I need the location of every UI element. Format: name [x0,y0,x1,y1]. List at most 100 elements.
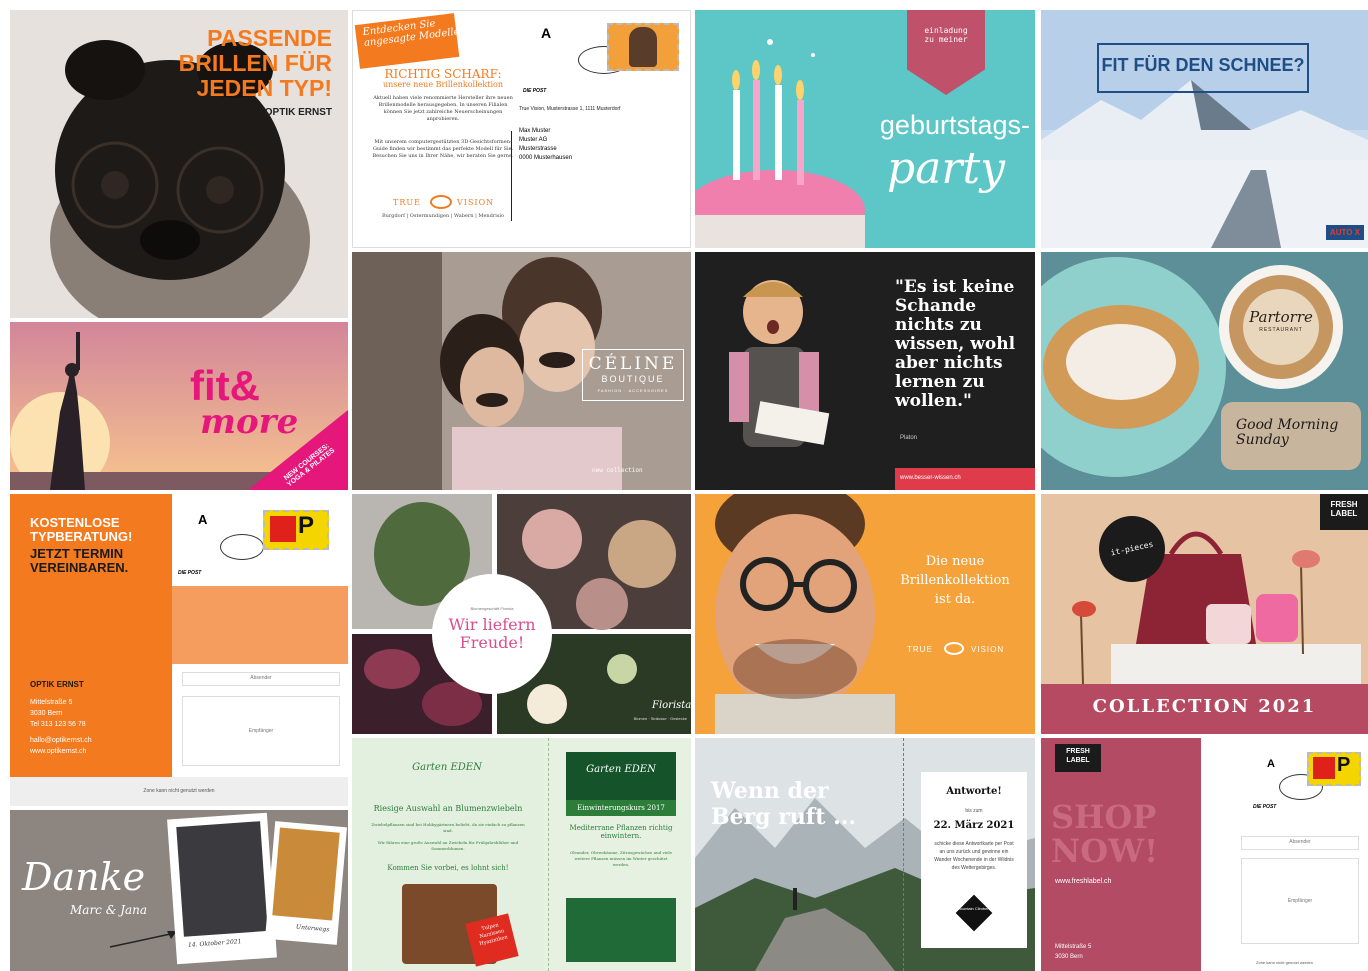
recipient-label: Empfänger [1287,898,1313,904]
small-text: Blumengeschäft Florista [470,606,514,611]
title: Riesige Auswahl an Blumenzwiebeln [373,804,523,813]
subtitle: unsere neue Brillenkollektion [383,80,503,89]
card-fit-more: fit& more NEW COURSES: YOGA & PILATES [10,322,348,490]
logo-true: TRUE [907,645,933,654]
date: 22. März 2021 [933,820,1015,831]
headline-1: KOSTENLOSE TYPBERATUNG! [30,515,133,544]
post-logo: DIE POST [523,88,547,94]
postage-a: A [1267,758,1275,770]
post-logo: DIE POST [178,570,202,576]
post-logo: DIE POST [1253,804,1277,810]
title: SHOP NOW! [1051,798,1159,870]
note: Zone kann nicht genutzt werden [143,788,215,794]
title-line-1: geburtstags- [879,110,1030,140]
logo-true: TRUE [393,198,421,207]
badge: FRESH LABEL [1066,748,1090,764]
address-2: 3030 Bern [1055,954,1083,960]
contact-1: hallo@optikernst.ch [30,737,92,744]
footer-sub: Blumen · Sträusse · Gestecke [633,716,687,721]
body: schicke diese Antwortkarte per Post an u… [934,841,1014,871]
postmark-icon [220,534,264,560]
logo-vision: VISION [457,198,495,207]
recipient-3: Musterstrasse [519,146,557,152]
title-line-2: party [887,143,1005,194]
photo-couple [176,821,268,937]
card-geburtstag: einladung zu meiner geburtstags- party [695,10,1035,248]
right-sub: Mediterrane Pflanzen richtig einwintern. [569,824,673,840]
note: Zone kann nicht genutzt werden [1256,960,1313,965]
sender-label: Absender [1289,839,1311,845]
logo-vision: VISION [971,645,1005,654]
headline: FIT FÜR DEN SCHNEE? [1101,55,1305,75]
logo: Garten EDEN [412,762,482,773]
contact-2: www.optikernst.ch [30,748,87,755]
card-brillenkollektion: Die neue Brillenkollektion ist da. TRUE … [695,494,1035,734]
card-collection: it-pieces FRESH LABEL COLLECTION 2021 [1041,494,1368,734]
recipient-4: 0000 Musterhausen [519,155,573,161]
leaf-photo-bottom [566,898,676,962]
tag-text: einladung zu meiner [924,26,968,44]
headline: PASSENDE BRILLEN FÜR JEDEN TYP! [178,25,332,101]
title: RICHTIG SCHARF: [384,67,502,81]
body-1: Aktuell haben viele renommierte Herstell… [373,95,513,122]
body-2: Wir führen eine große Auswahl an Zwiebel… [377,840,519,851]
big-text: Wir liefern Freude! [448,615,536,652]
badge: FRESH LABEL [1330,500,1358,518]
eye-icon [944,642,964,655]
card-partorre: Partorre RESTAURANT Good Morning Sunday [1041,252,1368,490]
card-shop-now: FRESH LABEL SHOP NOW! www.freshlabel.ch … [1041,738,1368,971]
brand-name: CÉLINE [588,354,678,374]
card-typberatung: KOSTENLOSE TYPBERATUNG! JETZT TERMIN VER… [10,494,348,806]
stamp-p: P [298,512,315,539]
swiss-cross-icon [1313,757,1335,779]
sender: True Vision, Musterstrasse 1, 1111 Muste… [519,106,621,112]
brand-label: OPTIK ERNST [264,107,332,118]
card-richtig-scharf: Entdecken Sie angesagte Modelle RICHTIG … [352,10,691,248]
line-2: Brillenkollektion [900,573,1010,588]
quote-author: Platon [900,435,918,441]
brand-more: more [200,402,299,442]
right-logo: Garten EDEN [586,764,656,775]
divider [511,131,512,221]
card-schnee: FIT FÜR DEN SCHNEE? AUTO X [1041,10,1368,248]
names: Marc & Jana [70,903,148,917]
brand: OPTIK ERNST [30,680,84,689]
photo-autumn [272,827,340,921]
url: www.besser-wissen.ch [900,475,961,481]
badge: AUTO X [1325,225,1364,240]
title: COLLECTION 2021 [1092,696,1317,717]
card-florista: Blumengeschäft Florista Wir liefern Freu… [352,494,691,734]
quote: "Es ist keine Schande nichts zu wissen, … [895,277,1016,411]
address-2: 3030 Bern [30,710,63,717]
recipient-1: Max Muster [519,128,551,134]
stamp-face [629,27,657,67]
logo: Mountain Climbers [957,906,991,911]
line-3: ist da. [934,592,976,607]
stamp-p: P [1337,754,1351,776]
address-3: Tel 313 123 56 78 [30,721,86,728]
postage-a: A [198,512,208,527]
line-1: Die neue [925,554,985,569]
card-garten-eden: Garten EDEN Riesige Auswahl an Blumenzwi… [352,738,691,971]
recipient-2: Muster AG [519,137,548,143]
footer-brand: Florista [652,700,691,711]
locations: Burgdorf | Ostermundigen | Wabern | Mend… [381,213,505,219]
postage-a: A [541,25,552,41]
postcard-collage: PASSENDE BRILLEN FÜR JEDEN TYP! OPTIK ER… [0,0,1368,971]
croissant-photo [1041,252,1368,490]
headline-1: Wenn der [711,778,829,804]
logo-sub: RESTAURANT [1259,327,1303,333]
address-1: Mittelstraße 5 [30,699,73,706]
address-1: Mittelstraße 5 [1055,944,1092,950]
logo: Partorre [1249,308,1313,326]
perforation [903,738,904,971]
right-title: Einwinterungskurs 2017 [577,804,665,812]
card-celine: CÉLINE BOUTIQUE FASHION · ACCESSOIRES ne… [352,252,691,490]
headline-2: JETZT TERMIN VEREINBAREN. [30,546,129,575]
url: www.freshlabel.ch [1055,878,1112,885]
tag-text: Good Morning Sunday [1236,417,1339,448]
reply: Antworte! [946,786,1002,797]
footer: new collection [592,467,643,474]
brand-sub: BOUTIQUE [601,374,665,384]
headline-2: Berg ruft ... [711,804,857,830]
